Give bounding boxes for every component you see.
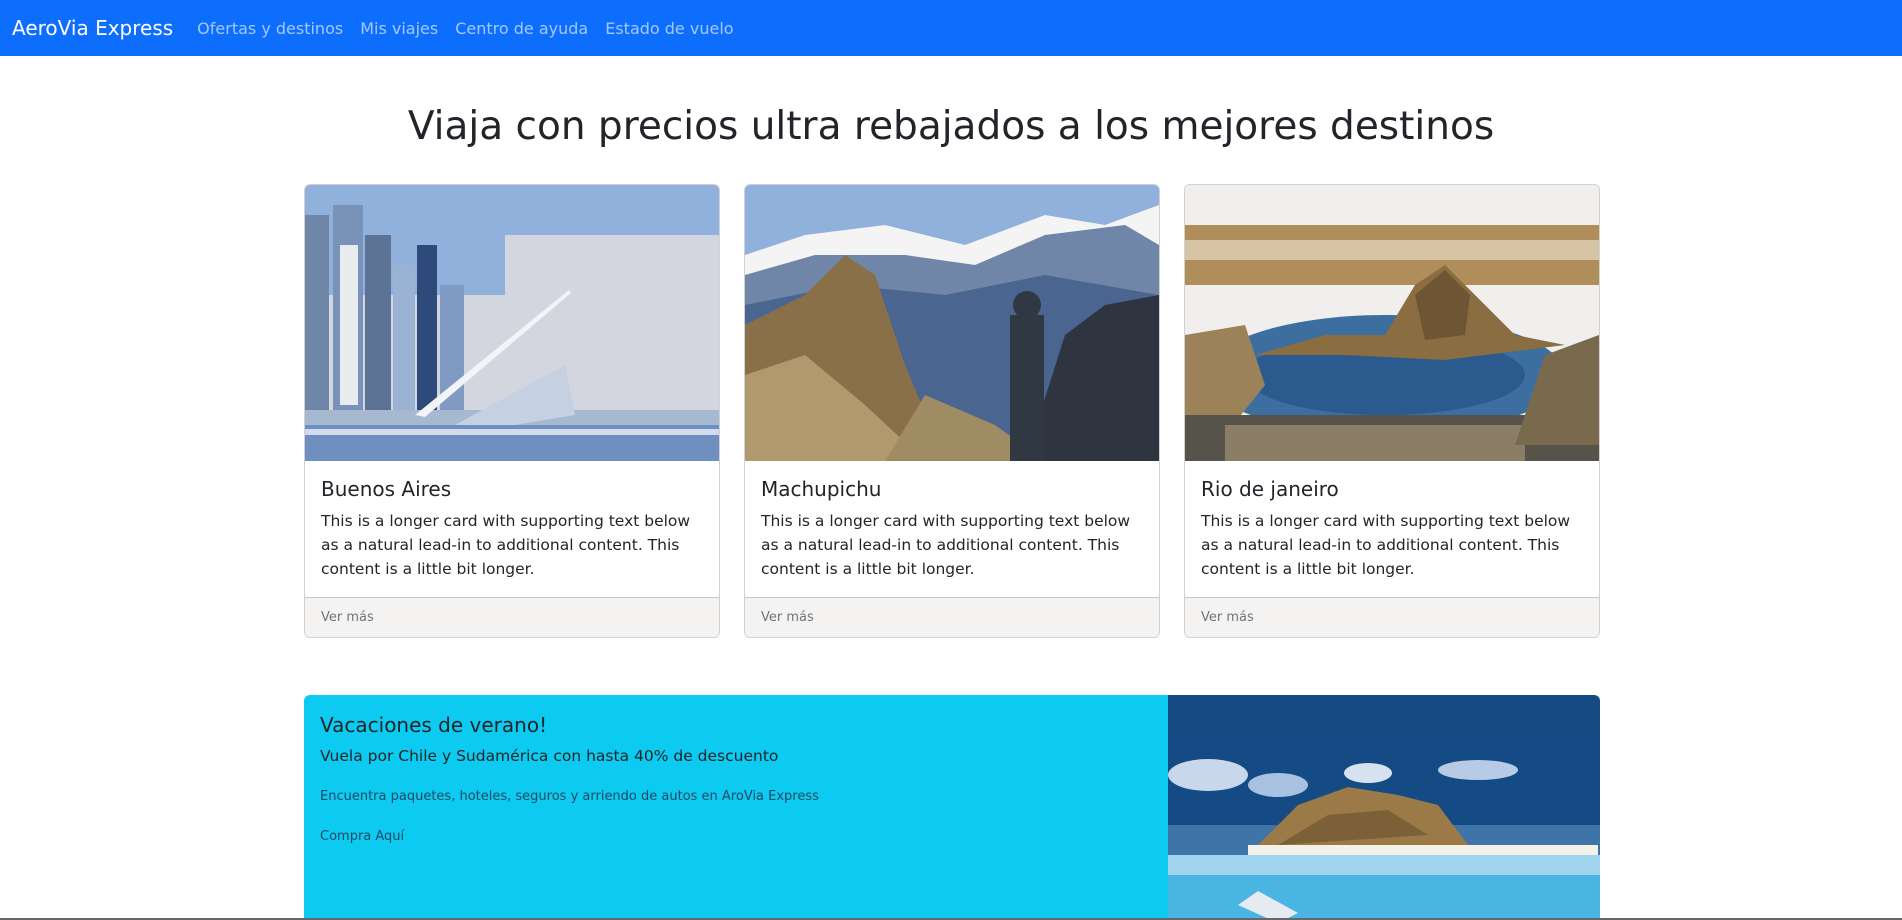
card-text: This is a longer card with supporting te… — [1201, 512, 1571, 578]
destination-card-rio-de-janeiro: Rio de janeiro This is a longer card wit… — [1184, 184, 1600, 638]
card-title: Machupichu — [761, 477, 882, 501]
nav-link-estado-vuelo[interactable]: Estado de vuelo — [605, 19, 733, 38]
promo-title: Vacaciones de verano! — [320, 713, 548, 737]
destination-card-machupichu: Machupichu This is a longer card with su… — [744, 184, 1160, 638]
card-title: Rio de janeiro — [1201, 477, 1339, 501]
ver-mas-link[interactable]: Ver más — [305, 597, 719, 637]
nav-link-centro-ayuda[interactable]: Centro de ayuda — [455, 19, 588, 38]
brand-logo-link[interactable]: AeroVia Express — [12, 16, 173, 40]
page-title: Viaja con precios ultra rebajados a los … — [407, 104, 1495, 149]
ver-mas-link[interactable]: Ver más — [745, 597, 1159, 637]
ver-mas-link[interactable]: Ver más — [1185, 597, 1599, 637]
card-text: This is a longer card with supporting te… — [761, 512, 1131, 578]
rio-de-janeiro-image — [1185, 185, 1599, 461]
summer-promo-banner: Vacaciones de verano! Vuela por Chile y … — [304, 695, 1600, 920]
nav-link-mis-viajes[interactable]: Mis viajes — [360, 19, 438, 38]
card-text: This is a longer card with supporting te… — [321, 512, 691, 578]
buenos-aires-image — [305, 185, 719, 461]
buy-here-link[interactable]: Compra Aquí — [320, 829, 404, 844]
nav-link-ofertas[interactable]: Ofertas y destinos — [197, 19, 343, 38]
promo-info: Encuentra paquetes, hoteles, seguros y a… — [320, 789, 819, 804]
machupichu-image — [745, 185, 1159, 461]
top-navbar: AeroVia Express Ofertas y destinos Mis v… — [0, 0, 1902, 56]
promo-subtitle: Vuela por Chile y Sudamérica con hasta 4… — [320, 747, 779, 765]
beach-island-image — [1168, 695, 1600, 920]
card-title: Buenos Aires — [321, 477, 452, 501]
destination-card-buenos-aires: Buenos Aires This is a longer card with … — [304, 184, 720, 638]
